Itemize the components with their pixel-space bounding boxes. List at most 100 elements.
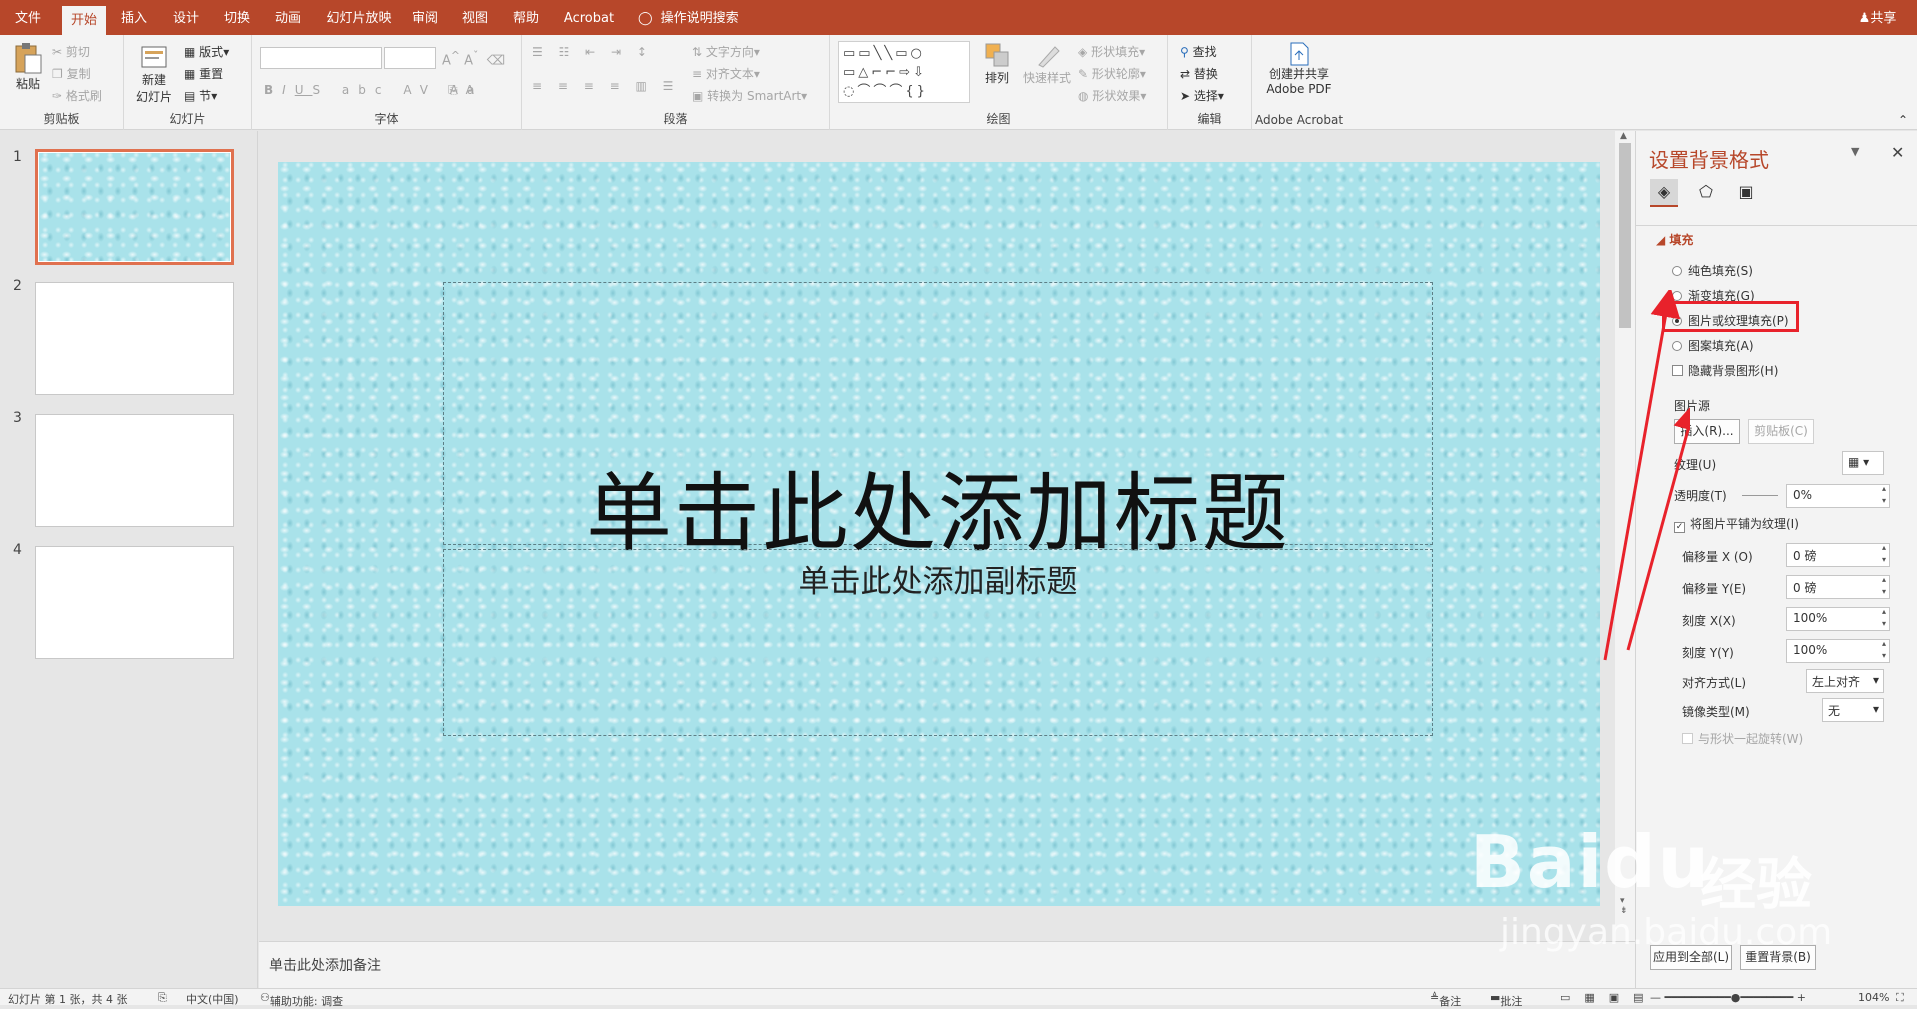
notes-area[interactable]: 单击此处添加备注 [259, 941, 1635, 988]
new-slide-button[interactable]: 新建 幻灯片 [132, 41, 176, 105]
notes-placeholder: 单击此处添加备注 [269, 958, 381, 974]
alignment-dropdown[interactable]: 左上对齐 ▾ [1806, 669, 1884, 693]
list-buttons[interactable]: ☰ ☷ ⇤ ⇥ ↕ [532, 45, 653, 59]
tab-help[interactable]: 帮助 [506, 0, 546, 35]
annotation-arrows [1603, 290, 1690, 661]
layout-icon: ▦ [184, 45, 196, 59]
pdf-icon [1290, 42, 1309, 66]
slide-thumbnail-2[interactable] [35, 282, 234, 395]
slide-thumbnail-4[interactable] [35, 546, 234, 659]
alignment-label: 对齐方式(L) [1682, 676, 1747, 690]
tile-checkbox[interactable]: ✓ 将图片平铺为纹理(I) [1674, 515, 1799, 533]
select-button[interactable]: ➤ 选择▾ [1180, 87, 1224, 104]
slide-thumbnail-3[interactable] [35, 414, 234, 527]
shapes-gallery[interactable]: ▭▭╲╲▭○ ▭△⌐⌐⇨⇩ ◌⌒⌒⌒{} [838, 41, 970, 103]
accessibility-status[interactable]: ⚇ 辅助功能: 调查 [260, 991, 343, 1008]
picture-tab[interactable]: ▣ [1732, 179, 1760, 207]
offset-y-input[interactable]: 0 磅 [1786, 574, 1890, 599]
replace-button[interactable]: ⇄ 替换 [1180, 65, 1218, 82]
font-size-buttons[interactable]: A^ Aˇ ⌫ [442, 49, 505, 68]
slides-group: 新建 幻灯片 ▦ 版式▾ ▦ 重置 ▤ 节▾ 幻灯片 [124, 35, 252, 130]
zoom-slider[interactable]: — ━━━━━━━━━━●━━━━━━━━ + [1650, 991, 1806, 1004]
format-painter-button[interactable]: ✑ 格式刷 [52, 87, 102, 104]
font-name-combo[interactable] [260, 47, 382, 69]
font-group: A^ Aˇ ⌫ BIUS abc AV Aa ⎘A 字体 [252, 35, 522, 130]
arrow-to-picture-fill [1603, 290, 1681, 661]
shape-fill-button[interactable]: ◈ 形状填充▾ [1078, 43, 1145, 60]
tab-file[interactable]: 文件 [6, 0, 50, 35]
search-icon: ⚲ [1180, 45, 1189, 59]
comments-toggle[interactable]: ▬ 批注 [1490, 991, 1522, 1008]
replace-icon: ⇄ [1180, 67, 1191, 81]
quick-styles-button[interactable]: 快速样式 [1022, 41, 1072, 86]
tab-animations[interactable]: 动画 [266, 0, 310, 35]
outline-icon: ✎ [1078, 67, 1089, 81]
notes-toggle[interactable]: ≜ 备注 [1430, 991, 1461, 1008]
transparency-input[interactable]: 0% [1786, 483, 1890, 508]
tab-design[interactable]: 设计 [164, 0, 208, 35]
reset-button[interactable]: ▦ 重置 [184, 65, 223, 82]
mirror-dropdown[interactable]: 无 ▾ [1822, 698, 1884, 722]
paste-button[interactable]: 粘贴 [10, 41, 46, 92]
zoom-level[interactable]: 104% [1858, 991, 1889, 1004]
texture-dropdown[interactable]: ▦ ▾ [1842, 451, 1884, 475]
copy-button[interactable]: ❐ 复制 [52, 65, 91, 82]
picture-icon: ▣ [1738, 182, 1754, 201]
section-button[interactable]: ▤ 节▾ [184, 87, 217, 104]
paint-bucket-icon: ◈ [1657, 182, 1671, 201]
scale-x-input[interactable]: 100% [1786, 606, 1890, 631]
scroll-up-icon[interactable]: ▲ [1620, 131, 1627, 141]
share-button[interactable]: ♟共享 [1850, 0, 1905, 35]
ribbon: 粘贴 ✂ 剪切 ❐ 复制 ✑ 格式刷 剪贴板 新建 幻灯片 ▦ 版式▾ ▦ 重置… [0, 35, 1917, 130]
slide-thumbnail-1[interactable] [35, 149, 234, 265]
font-size-combo[interactable] [384, 47, 436, 69]
fit-slide-icon[interactable]: ⛶ [1896, 991, 1904, 1005]
align-text-button[interactable]: ≡ 对齐文本▾ [692, 65, 760, 82]
tell-me-search[interactable]: ◯ 操作说明搜索 [638, 0, 748, 35]
collapse-ribbon-icon[interactable]: ⌃ [1898, 113, 1908, 127]
solid-fill-radio[interactable]: 纯色填充(S) [1672, 262, 1753, 279]
pane-options-icon[interactable]: ▼ [1851, 145, 1859, 158]
effects-tab[interactable]: ⬠ [1692, 179, 1720, 207]
tab-review[interactable]: 审阅 [405, 0, 445, 35]
tab-acrobat[interactable]: Acrobat [558, 0, 620, 35]
transparency-slider[interactable] [1742, 495, 1778, 496]
find-button[interactable]: ⚲ 查找 [1180, 43, 1217, 60]
shape-outline-button[interactable]: ✎ 形状轮廓▾ [1078, 65, 1146, 82]
tab-home[interactable]: 开始 [62, 6, 106, 35]
text-direction-button[interactable]: ⇅ 文字方向▾ [692, 43, 760, 60]
person-icon: ♟ [1858, 11, 1871, 26]
offset-x-input[interactable]: 0 磅 [1786, 542, 1890, 567]
scale-y-input[interactable]: 100% [1786, 638, 1890, 663]
align-text-icon: ≡ [692, 67, 703, 81]
slide-canvas[interactable]: 单击此处添加标题 单击此处添加副标题 [278, 162, 1600, 906]
font-color-buttons[interactable]: ⎘A [448, 83, 482, 98]
clipboard-button[interactable]: 剪贴板(C) [1748, 419, 1814, 444]
title-placeholder[interactable]: 单击此处添加标题 [443, 282, 1433, 564]
cursor-icon: ➤ [1180, 89, 1191, 103]
arrange-icon [985, 43, 1009, 67]
tab-slideshow[interactable]: 幻灯片放映 [321, 0, 397, 35]
spellcheck-icon[interactable]: ⎘ [158, 991, 167, 1005]
rotate-with-shape-checkbox[interactable]: 与形状一起旋转(W) [1682, 730, 1803, 747]
tab-transitions[interactable]: 切换 [215, 0, 259, 35]
tab-view[interactable]: 视图 [455, 0, 495, 35]
close-icon[interactable]: ✕ [1891, 143, 1904, 162]
shape-effects-button[interactable]: ◍ 形状效果▾ [1078, 87, 1146, 104]
font-group-label: 字体 [374, 112, 399, 126]
view-buttons[interactable]: ▭▦▣▤ [1560, 991, 1658, 1004]
arrow-to-insert [1626, 400, 1690, 651]
layout-button[interactable]: ▦ 版式▾ [184, 43, 229, 60]
fill-section-header[interactable]: ◢ 填充 [1656, 231, 1693, 248]
smartart-button[interactable]: ▣ 转换为 SmartArt▾ [692, 87, 807, 104]
arrange-button[interactable]: 排列 [980, 41, 1014, 86]
clear-format-icon: ⌫ [486, 53, 506, 69]
subtitle-placeholder[interactable]: 单击此处添加副标题 [443, 549, 1433, 736]
tab-insert[interactable]: 插入 [112, 0, 156, 35]
new-slide-icon [141, 46, 167, 68]
alignment-buttons[interactable]: ≡ ≡ ≡ ≡ ▥ ☰ [532, 79, 679, 93]
cut-button[interactable]: ✂ 剪切 [52, 43, 90, 60]
create-pdf-button[interactable]: 创建并共享 Adobe PDF [1256, 41, 1342, 97]
fill-tab[interactable]: ◈ [1650, 179, 1678, 207]
editing-group-label: 编辑 [1197, 112, 1222, 126]
